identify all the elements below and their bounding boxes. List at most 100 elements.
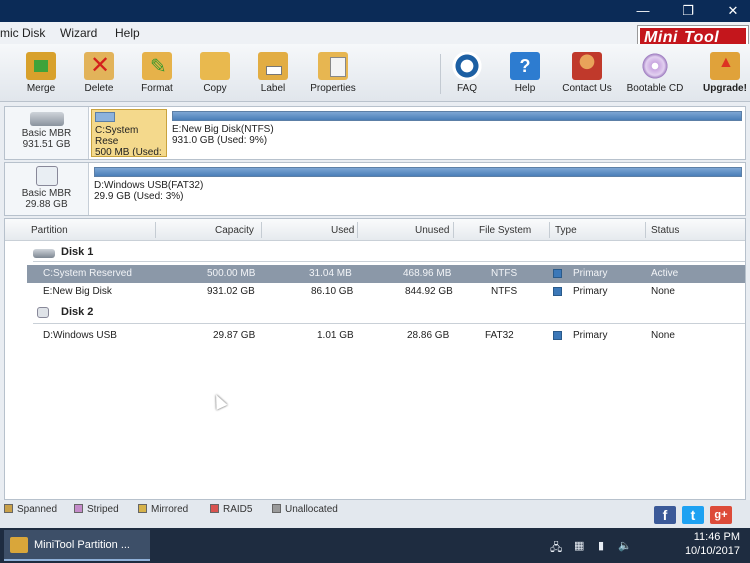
group-divider xyxy=(33,323,745,324)
cell-capacity: 29.87 GB xyxy=(213,330,256,341)
cell-type: Primary xyxy=(573,330,608,341)
col-used[interactable]: Used xyxy=(331,225,354,236)
menu-help[interactable]: Help xyxy=(115,26,140,40)
table-row[interactable]: D:Windows USB 29.87 GB 1.01 GB 28.86 GB … xyxy=(27,327,745,345)
disk-map-disk1[interactable]: Basic MBR 931.51 GB C:System Rese 500 MB… xyxy=(4,106,746,160)
table-row[interactable]: C:System Reserved 500.00 MB 31.04 MB 468… xyxy=(27,265,745,283)
group-divider xyxy=(33,261,745,262)
bootable-cd-icon xyxy=(640,52,670,80)
table-row[interactable]: E:New Big Disk 931.02 GB 86.10 GB 844.92… xyxy=(27,283,745,301)
legend-swatch xyxy=(138,504,147,513)
disk2-info[interactable]: Basic MBR 29.88 GB xyxy=(5,163,89,215)
column-divider xyxy=(155,222,156,238)
legend-mirrored: Mirrored xyxy=(138,504,188,515)
cell-unused: 468.96 MB xyxy=(403,268,452,279)
upgrade-button[interactable]: Upgrade! xyxy=(690,52,750,94)
minimize-button[interactable]: — xyxy=(632,3,654,18)
legend-bar: Spanned Striped Mirrored RAID5 Unallocat… xyxy=(0,500,750,528)
cell-file-system: NTFS xyxy=(491,286,518,297)
table-header: Partition Capacity Used Unused File Syst… xyxy=(5,219,745,241)
cell-used: 31.04 MB xyxy=(309,268,352,279)
disk-map-disk2[interactable]: Basic MBR 29.88 GB D:Windows USB(FAT32) … xyxy=(4,162,746,216)
cell-type: Primary xyxy=(573,268,608,279)
taskbar: MiniTool Partition ... 🖧 ▦ ▮ 🔈 11:46 PM … xyxy=(0,528,750,563)
column-divider xyxy=(549,222,550,238)
facebook-icon[interactable]: f xyxy=(654,506,676,524)
title-bar: — ❐ ✕ xyxy=(0,0,750,22)
column-divider xyxy=(357,222,358,238)
group-disk2[interactable]: Disk 2 xyxy=(61,306,93,318)
menu-wizard[interactable]: Wizard xyxy=(60,26,97,40)
legend-swatch xyxy=(210,504,219,513)
usage-bar xyxy=(95,112,116,122)
cell-capacity: 931.02 GB xyxy=(207,286,255,297)
col-capacity[interactable]: Capacity xyxy=(215,225,254,236)
system-clock[interactable]: 11:46 PM 10/10/2017 xyxy=(685,530,740,558)
merge-icon xyxy=(26,52,56,80)
delete-icon xyxy=(84,52,114,80)
legend-unallocated: Unallocated xyxy=(272,504,338,515)
col-file-system[interactable]: File System xyxy=(479,225,531,236)
disk1-partition-c[interactable]: C:System Rese 500 MB (Used: xyxy=(91,109,167,157)
cell-partition: C:System Reserved xyxy=(43,268,132,279)
col-partition[interactable]: Partition xyxy=(31,225,68,236)
disk1-info[interactable]: Basic MBR 931.51 GB xyxy=(5,107,89,159)
cell-file-system: FAT32 xyxy=(485,330,514,341)
minitool-app-icon xyxy=(10,537,28,553)
hard-disk-icon xyxy=(33,249,55,258)
taskbar-item-minitool[interactable]: MiniTool Partition ... xyxy=(4,530,150,561)
cell-unused: 28.86 GB xyxy=(407,330,450,341)
cell-partition: E:New Big Disk xyxy=(43,286,112,297)
cell-partition: D:Windows USB xyxy=(43,330,117,341)
group-disk1[interactable]: Disk 1 xyxy=(61,246,93,258)
cell-unused: 844.92 GB xyxy=(405,286,453,297)
battery-icon[interactable]: ▮ xyxy=(598,539,604,552)
maximize-button[interactable]: ❐ xyxy=(677,3,699,19)
cell-used: 1.01 GB xyxy=(317,330,354,341)
legend-striped: Striped xyxy=(74,504,119,515)
google-plus-icon[interactable]: g+ xyxy=(710,506,732,524)
usage-bar xyxy=(94,167,742,177)
menu-disk[interactable]: mic Disk xyxy=(0,26,45,40)
properties-button[interactable]: Properties xyxy=(298,52,368,94)
col-type[interactable]: Type xyxy=(555,225,577,236)
cell-capacity: 500.00 MB xyxy=(207,268,256,279)
cell-status: None xyxy=(651,286,675,297)
col-unused[interactable]: Unused xyxy=(415,225,449,236)
cell-type: Primary xyxy=(573,286,608,297)
bootable-cd-button[interactable]: Bootable CD xyxy=(620,52,690,94)
col-status[interactable]: Status xyxy=(651,225,679,236)
cell-status: Active xyxy=(651,268,679,279)
hard-disk-icon xyxy=(29,112,64,126)
usb-disk-icon xyxy=(35,166,58,186)
cell-used: 86.10 GB xyxy=(311,286,354,297)
legend-swatch xyxy=(74,504,83,513)
primary-type-icon xyxy=(553,287,562,296)
usb-disk-icon xyxy=(37,307,49,318)
faq-icon xyxy=(452,52,482,80)
minitool-window: — ❐ ✕ mic Disk Wizard Help Mini Tool Merg… xyxy=(0,0,750,528)
twitter-icon[interactable]: t xyxy=(682,506,704,524)
close-button[interactable]: ✕ xyxy=(722,3,744,19)
action-center-icon[interactable]: ▦ xyxy=(574,539,584,552)
contact-us-button[interactable]: Contact Us xyxy=(552,52,622,94)
help-icon: ? xyxy=(510,52,540,80)
disk2-partition-d[interactable]: D:Windows USB(FAT32) 29.9 GB (Used: 3%) xyxy=(91,165,745,213)
copy-icon xyxy=(200,52,230,80)
legend-swatch xyxy=(4,504,13,513)
contact-icon xyxy=(572,52,602,80)
primary-type-icon xyxy=(553,331,562,340)
volume-icon[interactable]: 🔈 xyxy=(618,539,632,552)
legend-raid5: RAID5 xyxy=(210,504,252,515)
partition-table: Partition Capacity Used Unused File Syst… xyxy=(4,218,746,500)
label-icon xyxy=(258,52,288,80)
cell-status: None xyxy=(651,330,675,341)
network-icon[interactable]: 🖧 xyxy=(550,539,562,558)
column-divider xyxy=(645,222,646,238)
primary-type-icon xyxy=(553,269,562,278)
toolbar: Merge Delete Format Copy Label Propertie… xyxy=(0,44,750,102)
upgrade-icon xyxy=(710,52,740,80)
format-icon xyxy=(142,52,172,80)
help-button[interactable]: ? Help xyxy=(490,52,560,94)
disk1-partition-e[interactable]: E:New Big Disk(NTFS) 931.0 GB (Used: 9%) xyxy=(169,109,745,157)
